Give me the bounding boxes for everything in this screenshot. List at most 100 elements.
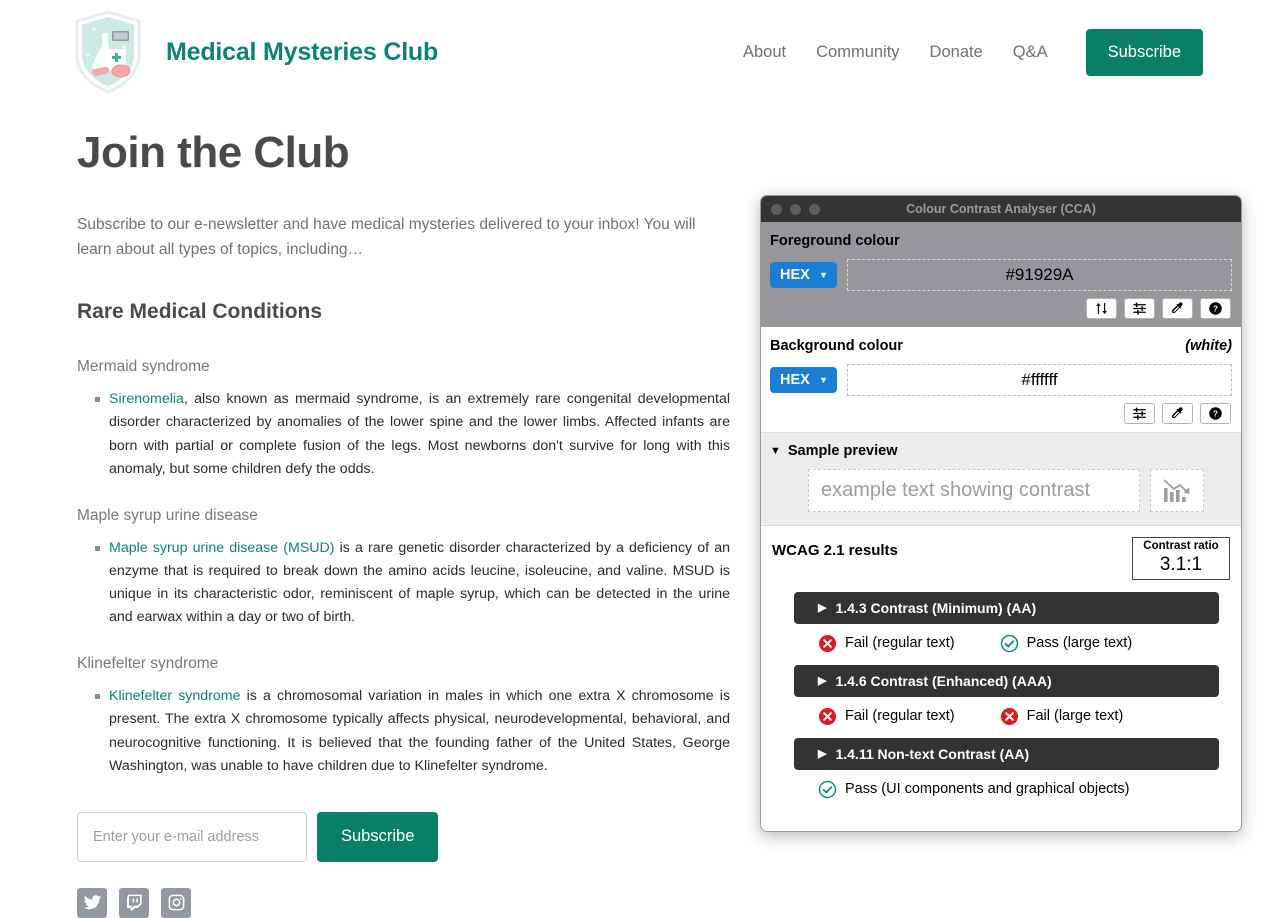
nav-item-about[interactable]: About [743,43,786,62]
section-title: Rare Medical Conditions [77,300,323,324]
sample-graphic [1150,469,1204,512]
condition-list: Maple syrup urine disease (MSUD) is a ra… [77,537,730,630]
result-label: Fail (regular text) [845,635,955,652]
criterion-label: 1.4.11 Non-text Contrast (AA) [835,745,1030,762]
eyedropper-icon-button[interactable] [1162,298,1193,319]
background-format-select-wrap: HEX ▼ [770,367,837,393]
social-links [77,887,688,918]
criterion-143-header[interactable]: ▶ 1.4.3 Contrast (Minimum) (AA) [794,591,1219,624]
fail-icon [818,707,837,725]
sample-text-input[interactable] [808,469,1140,512]
foreground-icon-row: ? [770,298,1232,319]
background-label: Background colour [770,338,903,354]
svg-text:?: ? [1213,410,1218,419]
main-content: Join the Club Subscribe to our e-newslet… [0,100,760,918]
result-label: Pass (large text) [1026,635,1133,652]
triangle-down-icon: ▼ [770,445,781,457]
colour-contrast-analyser-window: Colour Contrast Analyser (CCA) Foregroun… [760,195,1242,832]
twitch-icon-button[interactable] [119,887,149,918]
criterion-143-results: Fail (regular text) Pass (large text) [772,634,1230,653]
criterion-1411-header[interactable]: ▶ 1.4.11 Non-text Contrast (AA) [794,737,1219,770]
help-icon-button[interactable]: ? [1200,403,1231,424]
background-section: Background colour (white) HEX ▼ ? [761,327,1241,432]
foreground-header: Foreground colour [770,233,1232,249]
triangle-right-icon: ▶ [818,602,827,615]
help-icon: ? [1209,302,1222,315]
nav-item-qa[interactable]: Q&A [1013,43,1048,62]
criterion-1411-results: Pass (UI components and graphical object… [772,780,1230,799]
intro-paragraph: Subscribe to our e-newsletter and have m… [77,216,696,259]
result-item: Fail (large text) [1000,707,1123,726]
site-header: Medical Mysteries Club About Community D… [0,0,1275,100]
sample-preview-toggle[interactable]: ▼ Sample preview [770,443,1232,459]
pass-icon [818,780,837,798]
fail-icon [818,634,837,652]
wcag-results-title: WCAG 2.1 results [772,542,898,559]
background-colour-name: (white) [1185,338,1232,354]
sliders-icon-button[interactable] [1124,298,1155,319]
criterion-146-results: Fail (regular text) Fail (large text) [772,707,1230,726]
maximize-button[interactable] [809,203,820,215]
fail-icon [1000,707,1018,725]
eyedropper-icon [1172,407,1183,418]
condition-list: Sirenomelia, also known as mermaid syndr… [77,388,730,481]
foreground-hex-input[interactable] [847,259,1232,291]
wcag-header: WCAG 2.1 results Contrast ratio 3.1:1 [772,537,1230,580]
foreground-format-select-wrap: HEX ▼ [770,262,837,288]
result-item: Pass (UI components and graphical object… [818,780,1130,799]
foreground-format-select[interactable]: HEX [770,262,837,288]
form-subscribe-button[interactable]: Subscribe [317,811,439,862]
condition-block: Mermaid syndrome Sirenomelia, also known… [77,358,730,481]
help-icon-button[interactable]: ? [1200,298,1231,319]
foreground-section: Foreground colour HEX ▼ ? [761,222,1241,327]
twitch-icon [126,894,142,911]
list-item: Maple syrup urine disease (MSUD) is a ra… [95,537,730,630]
declining-bar-chart-icon [1163,478,1190,502]
background-hex-input[interactable] [847,364,1232,396]
condition-title: Maple syrup urine disease [77,506,258,524]
background-format-select[interactable]: HEX [770,367,837,393]
contrast-ratio-value: 3.1:1 [1159,553,1203,575]
eyedropper-icon-button[interactable] [1162,403,1193,424]
nav-item-donate[interactable]: Donate [930,43,983,62]
triangle-right-icon: ▶ [818,748,827,761]
close-button[interactable] [771,203,782,215]
condition-body: , also known as mermaid syndrome, is an … [109,391,730,477]
sliders-icon [1133,407,1146,420]
sample-preview-row [770,469,1232,512]
eyedropper-icon [1172,302,1183,313]
instagram-icon [168,894,184,911]
window-titlebar[interactable]: Colour Contrast Analyser (CCA) [761,196,1241,222]
minimize-button[interactable] [790,203,801,215]
header-subscribe-button[interactable]: Subscribe [1085,28,1203,76]
email-field[interactable] [77,811,307,862]
criterion-label: 1.4.3 Contrast (Minimum) (AA) [835,599,1037,616]
list-item: Sirenomelia, also known as mermaid syndr… [95,388,730,481]
main-nav: About Community Donate Q&A Subscribe [743,28,1203,76]
wcag-results-section: WCAG 2.1 results Contrast ratio 3.1:1 ▶ … [761,525,1241,831]
result-label: Fail (regular text) [845,708,955,725]
window-controls [761,203,820,215]
swap-colours-icon-button[interactable] [1086,298,1117,319]
instagram-icon-button[interactable] [161,887,191,918]
condition-block: Maple syrup urine disease Maple syrup ur… [77,506,730,630]
list-item: Klinefelter syndrome is a chromosomal va… [95,685,730,778]
shield-lab-logo-icon [75,10,141,94]
help-icon: ? [1209,407,1222,420]
background-controls: HEX ▼ [770,364,1232,396]
sliders-icon-button[interactable] [1124,403,1155,424]
twitter-icon-button[interactable] [77,887,107,918]
pass-icon [1000,634,1018,652]
twitter-icon [83,895,101,910]
nav-item-community[interactable]: Community [816,43,899,62]
brand[interactable]: Medical Mysteries Club [72,9,438,95]
criterion-146-header[interactable]: ▶ 1.4.6 Contrast (Enhanced) (AAA) [794,664,1219,697]
condition-link[interactable]: Sirenomelia [109,391,184,407]
sliders-icon [1133,302,1146,315]
criterion-label: 1.4.6 Contrast (Enhanced) (AAA) [835,672,1052,689]
condition-title: Klinefelter syndrome [77,655,219,673]
swap-colours-icon [1096,302,1107,315]
condition-link[interactable]: Klinefelter syndrome [109,688,241,704]
condition-title: Mermaid syndrome [77,358,210,376]
condition-link[interactable]: Maple syrup urine disease (MSUD) [109,540,335,556]
